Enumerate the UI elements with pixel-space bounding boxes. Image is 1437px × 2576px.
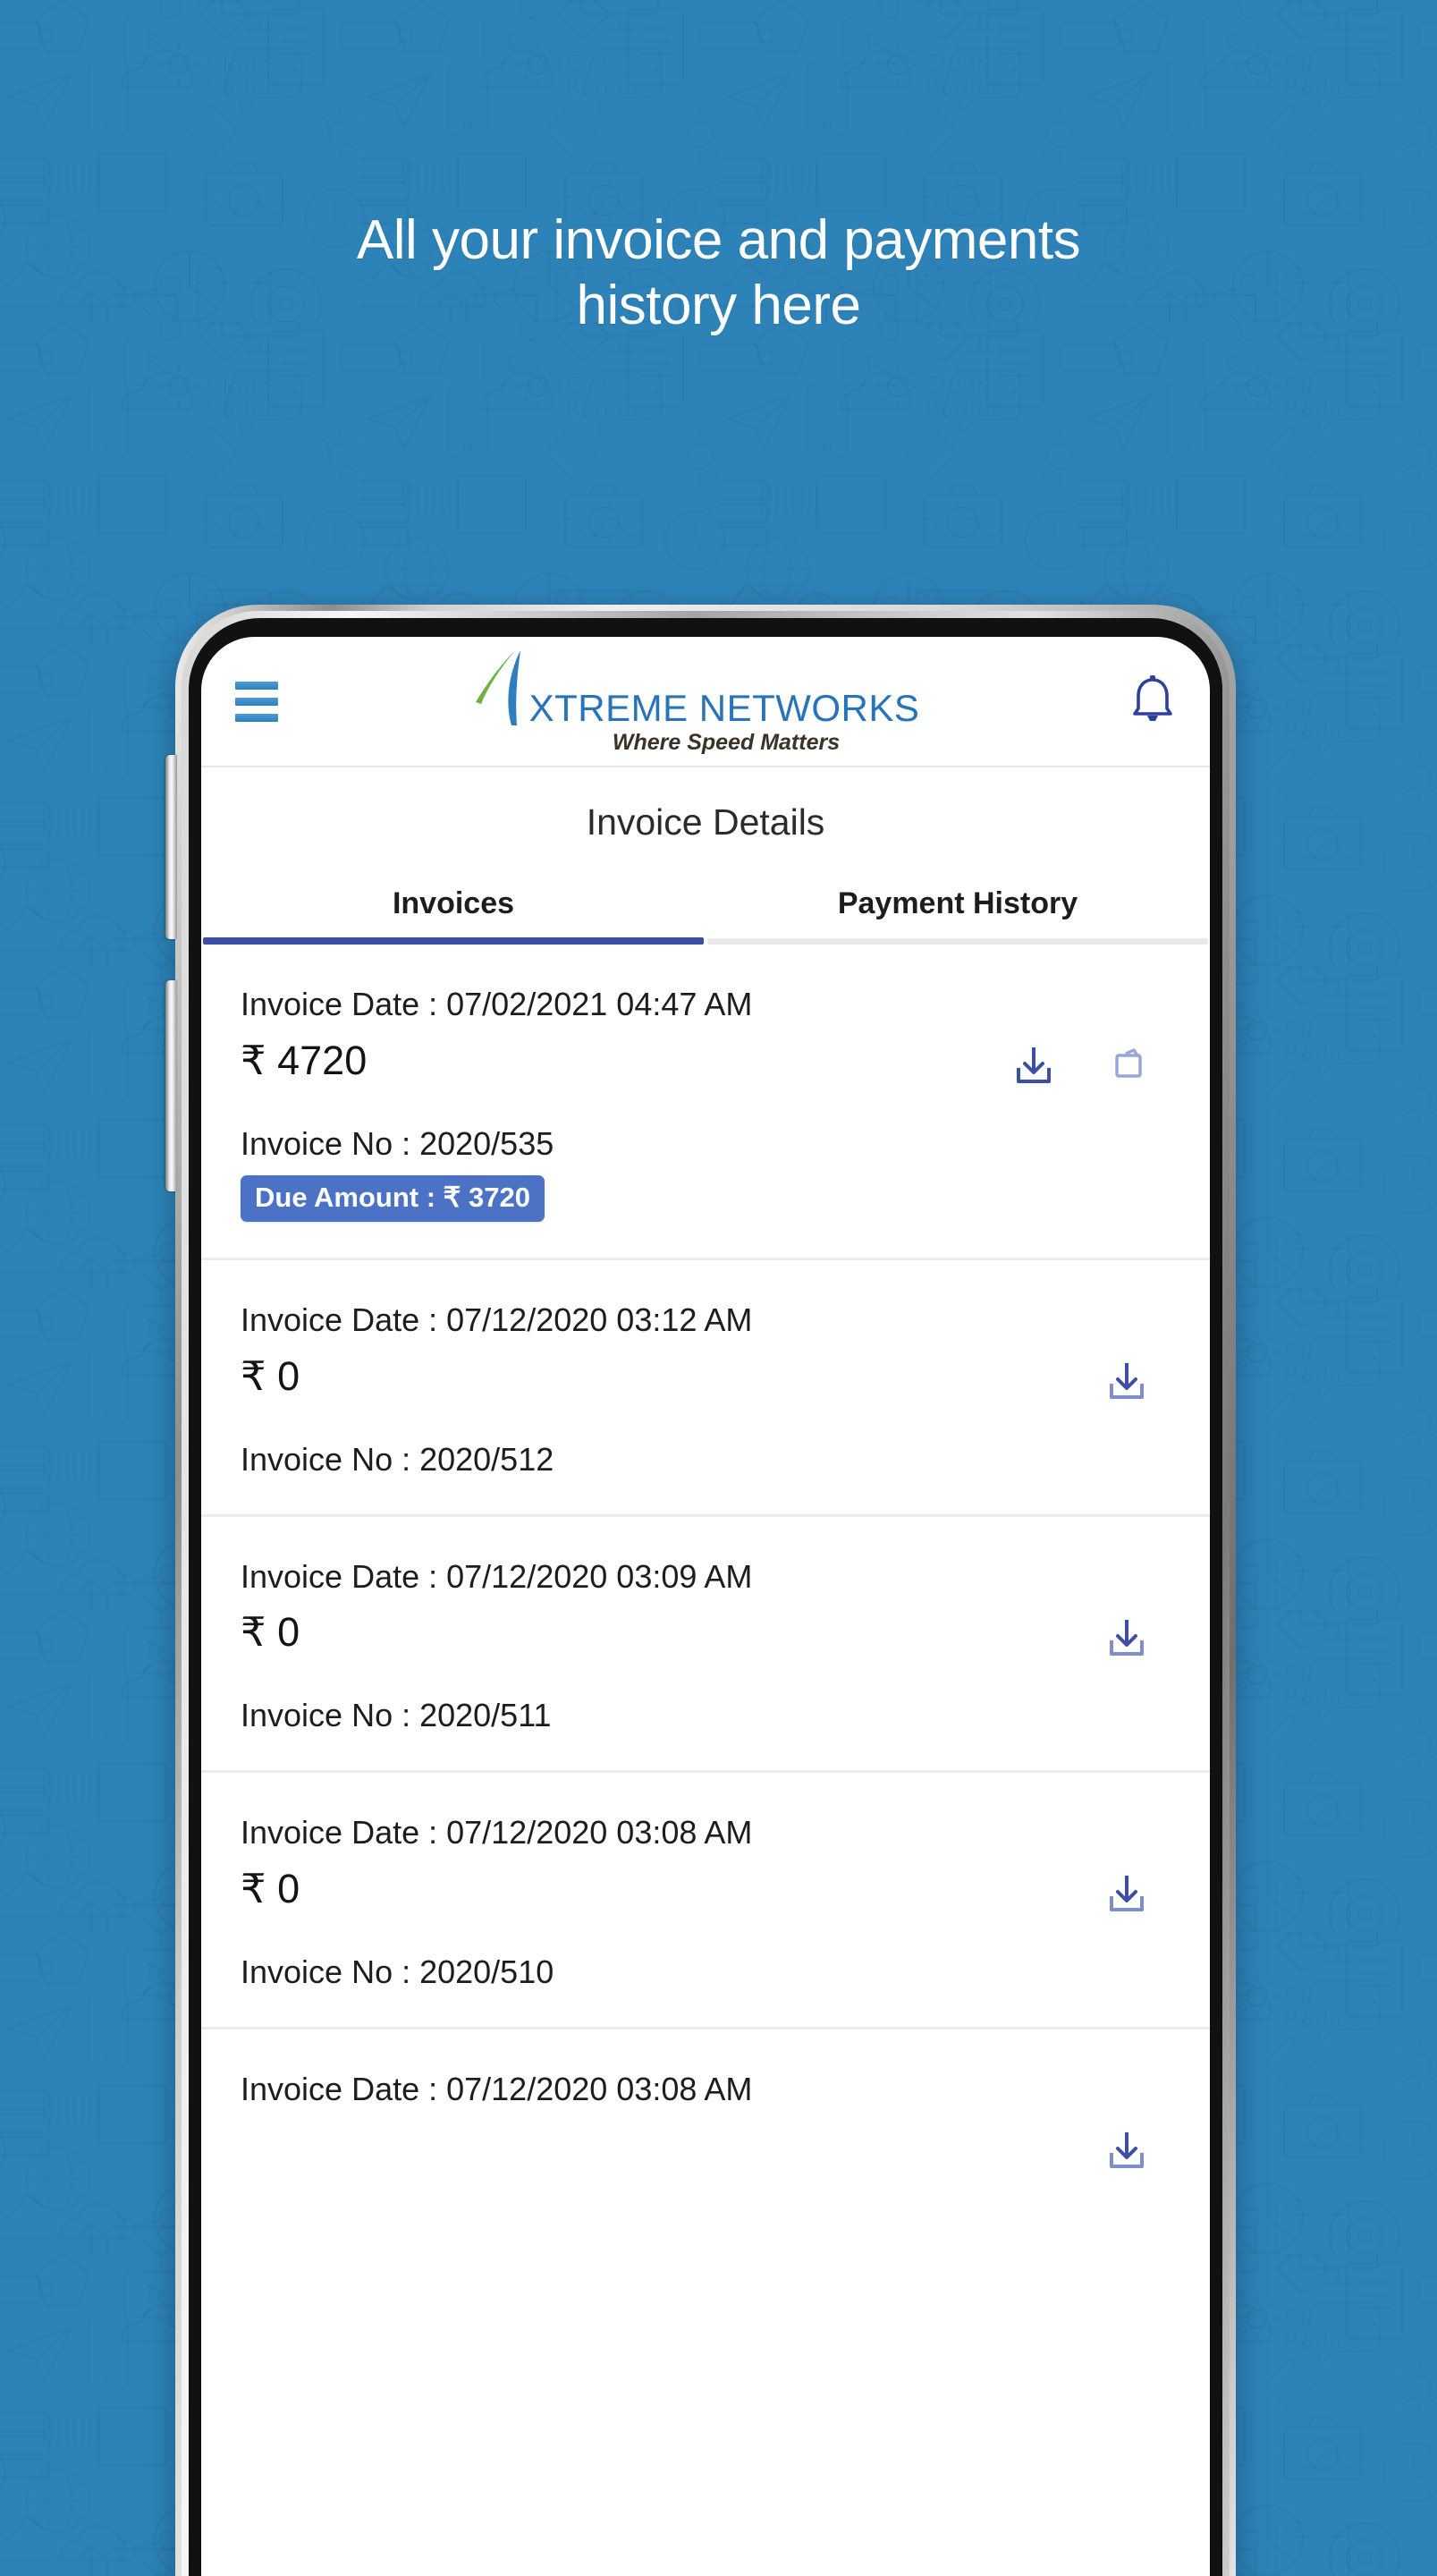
logo-row: XTREME NETWORKS	[470, 648, 920, 727]
download-icon[interactable]	[1106, 1360, 1147, 1402]
invoice-number: Invoice No : 2020/512	[241, 1440, 554, 1478]
app-header: XTREME NETWORKS Where Speed Matters	[201, 637, 1210, 767]
invoice-number: Invoice No : 2020/535	[241, 1124, 554, 1162]
invoice-amount: ₹ 0	[241, 1352, 300, 1399]
logo-tagline: Where Speed Matters	[612, 730, 841, 755]
invoice-amount: ₹ 0	[241, 1609, 300, 1656]
invoice-info: Invoice Date : 07/12/2020 03:09 AM ₹ 0 I…	[241, 1556, 1171, 1735]
invoice-date: Invoice Date : 07/12/2020 03:08 AM	[241, 2071, 753, 2108]
invoice-number: Invoice No : 2020/511	[241, 1697, 552, 1734]
due-amount-badge: Due Amount : ₹ 3720	[241, 1174, 545, 1222]
invoice-actions	[1013, 1045, 1147, 1086]
invoice-list-item[interactable]: Invoice Date : 07/02/2021 04:47 AM ₹ 472…	[201, 945, 1210, 1260]
invoice-list: Invoice Date : 07/02/2021 04:47 AM ₹ 472…	[201, 945, 1210, 2169]
invoice-amount: ₹ 4720	[241, 1037, 368, 1083]
invoice-actions	[1106, 1617, 1147, 1658]
phone-mockup: XTREME NETWORKS Where Speed Matters Invo…	[165, 605, 1236, 2576]
phone-volume-button[interactable]	[165, 980, 177, 1191]
invoice-info: Invoice Date : 07/12/2020 03:12 AM ₹ 0 I…	[241, 1300, 1171, 1479]
tab-bar: Invoices Payment History	[201, 874, 1210, 945]
tab-invoices-label: Invoices	[392, 886, 515, 920]
invoice-amount: ₹ 0	[241, 1866, 300, 1912]
xtreme-swoosh-icon	[470, 648, 528, 727]
tab-payment-history[interactable]: Payment History	[706, 874, 1210, 945]
invoice-info: Invoice Date : 07/12/2020 03:08 AM	[241, 2069, 1171, 2111]
app-logo: XTREME NETWORKS Where Speed Matters	[269, 648, 1120, 754]
invoice-date: Invoice Date : 07/12/2020 03:08 AM	[241, 1814, 753, 1852]
logo-brand-text: XTREME NETWORKS	[528, 687, 920, 729]
bell-icon[interactable]	[1120, 674, 1176, 728]
phone-screen: XTREME NETWORKS Where Speed Matters Invo…	[201, 637, 1210, 2576]
invoice-list-item[interactable]: Invoice Date : 07/12/2020 03:09 AM ₹ 0 I…	[201, 1517, 1210, 1774]
download-icon[interactable]	[1106, 1617, 1147, 1658]
download-icon[interactable]	[1106, 1873, 1147, 1914]
phone-mute-button[interactable]	[165, 755, 177, 939]
headline-line-1: All your invoice and payments	[356, 209, 1081, 271]
download-icon[interactable]	[1013, 1045, 1054, 1086]
invoice-date: Invoice Date : 07/12/2020 03:09 AM	[241, 1557, 753, 1595]
invoice-date: Invoice Date : 07/12/2020 03:12 AM	[241, 1301, 753, 1338]
tab-invoices-underline	[203, 937, 704, 945]
invoice-list-item[interactable]: Invoice Date : 07/12/2020 03:08 AM ₹ 0 I…	[201, 1773, 1210, 2030]
invoice-actions	[1106, 1873, 1147, 1914]
page-title: Invoice Details	[586, 801, 825, 843]
invoice-info: Invoice Date : 07/02/2021 04:47 AM ₹ 472…	[241, 984, 1171, 1222]
invoice-actions	[1106, 1360, 1147, 1402]
invoice-actions	[1106, 2130, 1147, 2171]
download-icon[interactable]	[1106, 2130, 1147, 2171]
headline-line-2: history here	[576, 275, 861, 337]
tab-payment-history-label: Payment History	[837, 886, 1078, 920]
promo-headline: All your invoice and payments history he…	[0, 208, 1437, 338]
invoice-info: Invoice Date : 07/12/2020 03:08 AM ₹ 0 I…	[241, 1812, 1171, 1991]
invoice-list-item[interactable]: Invoice Date : 07/12/2020 03:08 AM	[201, 2029, 1210, 2169]
folder-icon[interactable]	[1112, 1047, 1147, 1083]
invoice-list-item[interactable]: Invoice Date : 07/12/2020 03:12 AM ₹ 0 I…	[201, 1260, 1210, 1517]
invoice-number: Invoice No : 2020/510	[241, 1953, 554, 1991]
invoice-date: Invoice Date : 07/02/2021 04:47 AM	[241, 986, 753, 1022]
tab-payment-history-underline	[707, 938, 1208, 945]
tab-invoices[interactable]: Invoices	[201, 874, 706, 945]
